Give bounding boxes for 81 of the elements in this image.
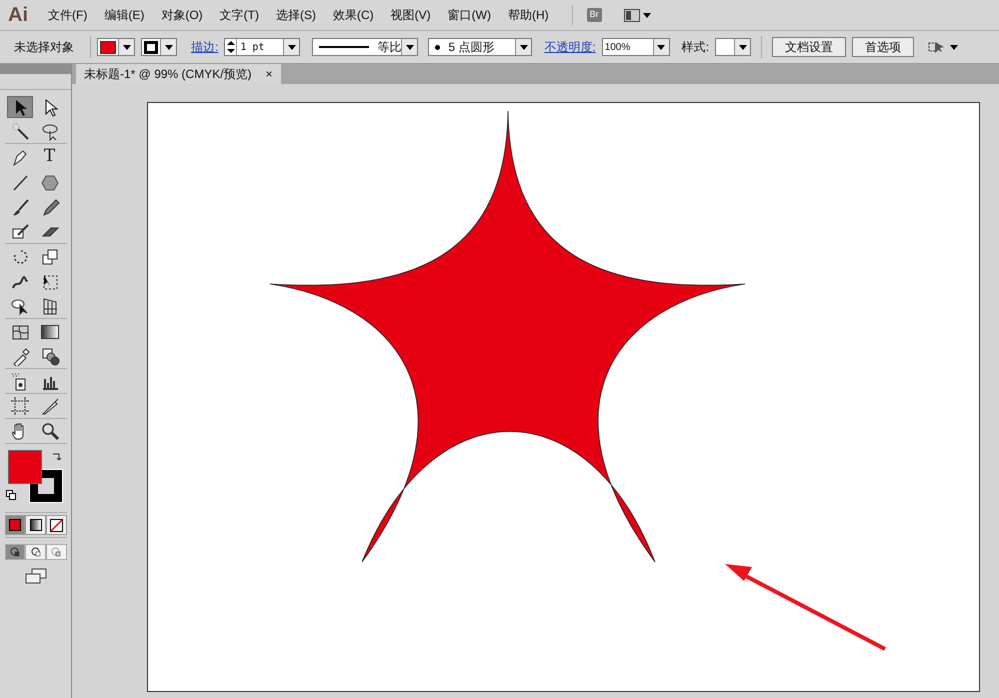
profile-value: 等比 <box>377 39 402 56</box>
fill-color-picker[interactable] <box>97 38 135 56</box>
dropdown-button[interactable] <box>401 39 418 55</box>
opacity-field[interactable]: 100% <box>602 38 670 56</box>
opacity-label[interactable]: 不透明度: <box>544 38 596 56</box>
dropdown-button[interactable] <box>118 39 134 55</box>
arrange-documents-button[interactable] <box>928 40 958 54</box>
draw-mode-icon <box>51 547 62 557</box>
stepper-icon <box>225 39 238 55</box>
scale-tool-icon <box>40 246 60 266</box>
draw-mode-icon <box>30 547 40 557</box>
caret-icon <box>288 44 296 50</box>
caret-icon <box>657 44 666 50</box>
selection-status: 未选择对象 <box>14 39 74 56</box>
document-tab-title: 未标题-1* @ 99% (CMYK/预览) <box>84 66 252 83</box>
menu-item[interactable]: 对象(O) <box>161 6 203 24</box>
caret-icon <box>738 44 747 50</box>
color-icon <box>8 519 21 531</box>
blend-tool-icon <box>40 346 60 366</box>
tool-button[interactable] <box>6 96 32 118</box>
brush-definition[interactable]: 5 点圆形 <box>428 38 532 56</box>
brush-dot-icon <box>435 44 440 50</box>
caret-icon <box>164 44 172 50</box>
caret-icon <box>520 44 528 50</box>
color-mode-button[interactable] <box>4 515 26 535</box>
magic-wand-tool-icon <box>10 121 30 141</box>
dropdown-button[interactable] <box>734 39 750 55</box>
stroke-color-picker[interactable] <box>141 38 177 56</box>
gradient-icon <box>30 519 42 531</box>
isolate-icon <box>928 40 944 54</box>
close-tab-button[interactable]: × <box>266 65 273 83</box>
draw-mode-button[interactable] <box>25 544 46 560</box>
draw-mode-icon <box>10 547 20 557</box>
menu-item[interactable]: 文件(F) <box>48 6 88 24</box>
style-label: 样式: <box>682 39 710 56</box>
toolbar-button[interactable]: 首选项 <box>852 37 914 57</box>
stroke-weight-field[interactable]: 1 pt <box>224 38 300 56</box>
menu-item[interactable]: 效果(C) <box>332 6 374 24</box>
bridge-button[interactable]: Br <box>586 8 602 22</box>
fill-swatch <box>100 40 116 54</box>
tool-button[interactable]: T <box>36 146 62 168</box>
dropdown-button[interactable] <box>652 39 669 55</box>
layout-icon <box>624 8 640 22</box>
screen-mode-icon[interactable] <box>24 568 46 584</box>
draw-mode-button[interactable] <box>4 544 26 560</box>
none-icon <box>50 518 63 532</box>
dropdown-button[interactable] <box>283 39 300 55</box>
caret-icon <box>642 12 651 18</box>
default-colors-icon[interactable] <box>6 490 16 500</box>
dropdown-button[interactable] <box>160 39 176 55</box>
menu-item[interactable]: 文字(T) <box>220 6 259 24</box>
document-tab[interactable]: 未标题-1* @ 99% (CMYK/预览) × <box>76 64 281 84</box>
stroke-swatch <box>144 40 158 54</box>
artboard-tool-icon <box>10 396 30 416</box>
caret-icon <box>950 44 958 50</box>
stroke-line-icon <box>319 45 370 49</box>
dropdown-button[interactable] <box>515 39 532 55</box>
toolbar-button[interactable]: 文档设置 <box>772 37 846 57</box>
variable-width-profile[interactable]: 等比 <box>312 38 418 56</box>
menu-item[interactable]: 窗口(W) <box>448 6 491 24</box>
fill-color-swatch[interactable] <box>8 450 42 484</box>
color-mode-button[interactable] <box>46 515 67 535</box>
menu-item[interactable]: 选择(S) <box>276 6 316 24</box>
menu-item[interactable]: 视图(V) <box>390 6 431 24</box>
workspace-switcher[interactable] <box>624 8 651 22</box>
caret-icon <box>406 44 414 50</box>
zoom-tool-icon <box>40 421 60 441</box>
menu-item[interactable]: 编辑(E) <box>104 6 144 24</box>
slice-tool-icon <box>40 396 60 416</box>
gradient-icon <box>40 324 58 338</box>
type-tool-icon: T <box>44 148 56 165</box>
opacity-value: 100% <box>604 40 632 54</box>
stroke-label[interactable]: 描边: <box>191 38 218 56</box>
stroke-weight-value: 1 pt <box>240 40 266 54</box>
color-mode-button[interactable] <box>25 515 46 535</box>
caret-icon <box>122 44 130 50</box>
brush-value: 5 点圆形 <box>448 39 496 56</box>
menu-item[interactable]: 帮助(H) <box>508 6 549 24</box>
swap-icon[interactable] <box>52 452 62 462</box>
graphic-style-picker[interactable] <box>715 38 752 56</box>
app-logo: Ai <box>8 3 28 28</box>
